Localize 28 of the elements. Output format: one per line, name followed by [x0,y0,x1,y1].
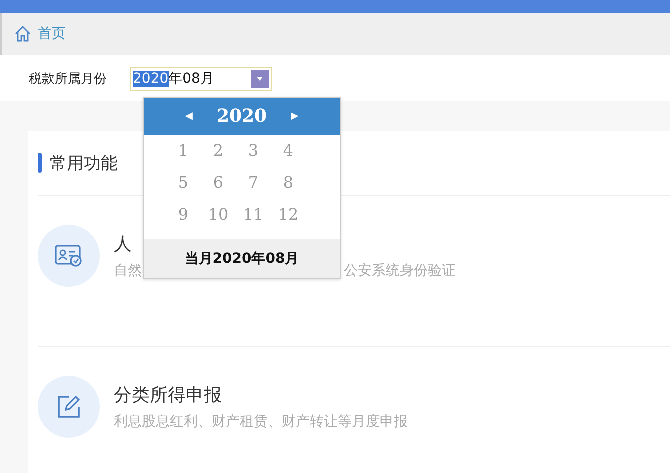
previous-year-button[interactable]: ◀ [185,111,193,122]
next-year-button[interactable]: ▶ [291,111,299,122]
section-title: 常用功能 [50,152,118,174]
month-option[interactable]: 7 [236,171,271,195]
caret-icon [257,77,263,81]
month-option[interactable]: 4 [271,139,306,163]
month-option[interactable]: 1 [166,139,201,163]
function-description: 公安系统身份验证 [344,262,456,280]
month-option[interactable]: 12 [271,203,306,227]
month-option[interactable]: 9 [166,203,201,227]
year-label: 2020 [216,106,268,127]
month-option[interactable]: 6 [201,171,236,195]
field-label: 税款所属月份 [29,71,107,88]
home-icon[interactable] [14,25,32,43]
breadcrumb-link[interactable]: 首页 [38,25,66,43]
month-option[interactable]: 10 [201,203,236,227]
month-option[interactable]: 11 [236,203,271,227]
month-option[interactable]: 2 [201,139,236,163]
accent-bar [38,153,42,173]
function-title[interactable]: 人 [114,232,132,256]
function-description: 利息股息红利、财产租赁、财产转让等月度申报 [114,413,408,431]
function-title[interactable]: 分类所得申报 [114,383,222,407]
month-option[interactable]: 8 [271,171,306,195]
month-option[interactable]: 5 [166,171,201,195]
month-option[interactable]: 3 [236,139,271,163]
function-description: 自然 [114,262,142,280]
current-month-button[interactable]: 当月2020年08月 [144,239,340,278]
dropdown-button[interactable] [251,70,269,88]
